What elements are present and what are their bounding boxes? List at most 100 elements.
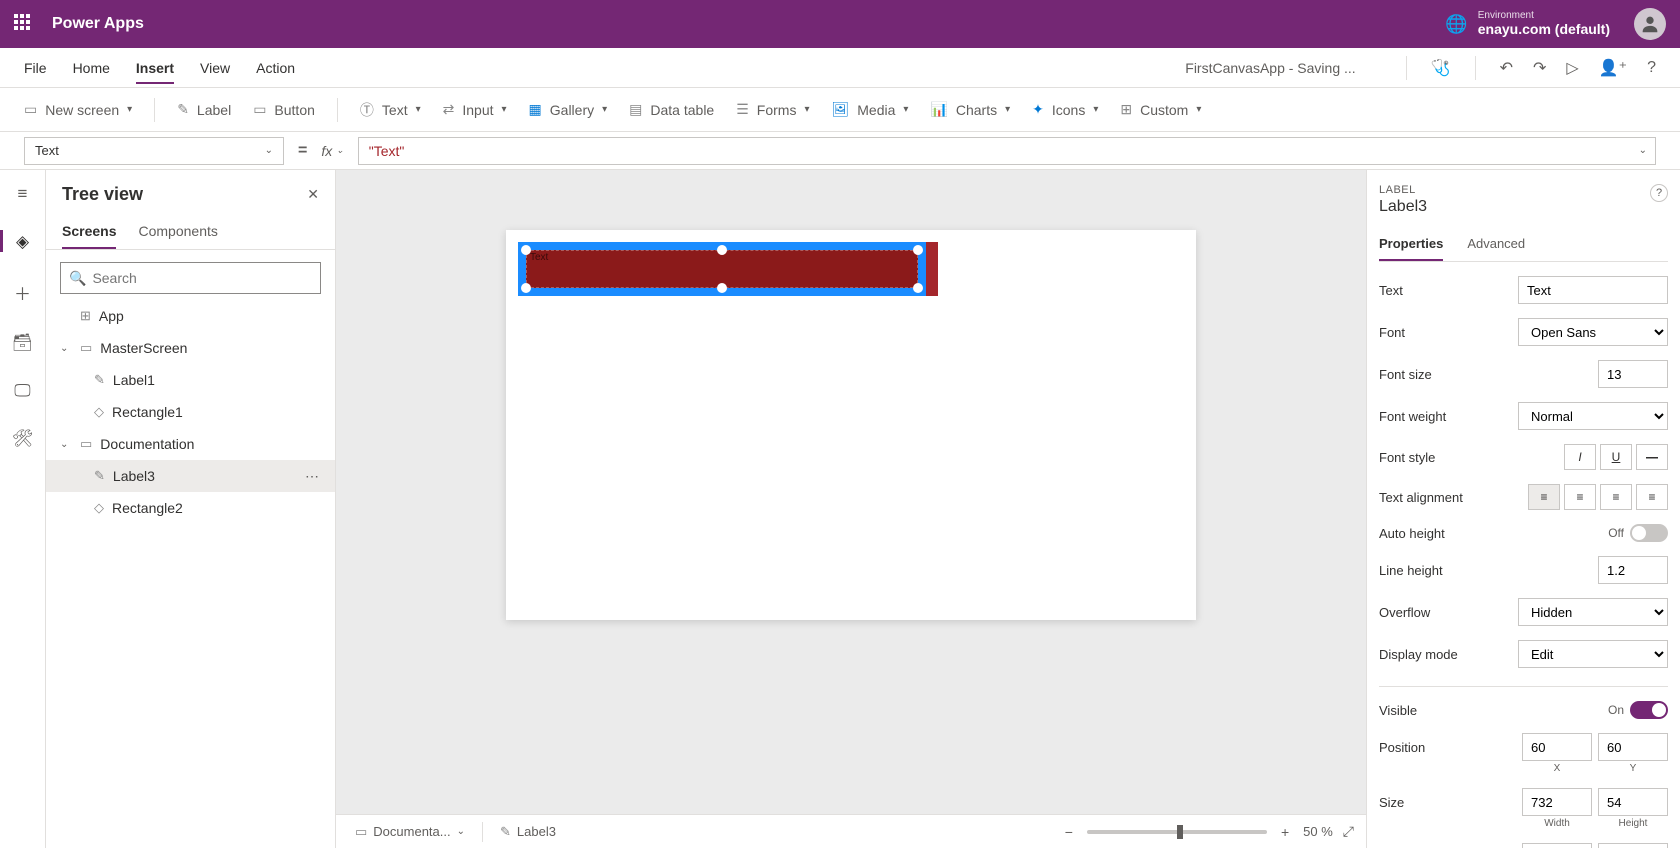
prop-x-input[interactable] — [1522, 733, 1592, 761]
text-button[interactable]: ⓉText▾ — [360, 100, 421, 120]
form-icon: ☰ — [736, 101, 749, 118]
forms-button[interactable]: ☰Forms▾ — [736, 101, 809, 118]
more-icon[interactable]: ⋯ — [305, 468, 321, 485]
tab-properties[interactable]: Properties — [1379, 230, 1443, 261]
tree-item-rectangle2[interactable]: ◇Rectangle2 — [46, 492, 335, 524]
resize-handle[interactable] — [521, 283, 531, 293]
visible-toggle[interactable] — [1630, 701, 1668, 719]
resize-handle[interactable] — [717, 283, 727, 293]
prop-width-input[interactable] — [1522, 788, 1592, 816]
environment-picker[interactable]: 🌐 Environment enayu.com (default) — [1445, 11, 1610, 37]
search-input[interactable] — [92, 270, 312, 286]
caret-down-icon[interactable]: ⌄ — [60, 343, 72, 354]
zoom-out-button[interactable]: − — [1061, 824, 1077, 840]
app-launcher-icon[interactable] — [14, 14, 34, 34]
chevron-down-icon: ▾ — [127, 104, 132, 115]
prop-displaymode-select[interactable]: Edit — [1518, 640, 1668, 668]
autoheight-toggle[interactable] — [1630, 524, 1668, 542]
control-name[interactable]: Label3 — [1379, 198, 1668, 216]
prop-padtop-input[interactable] — [1522, 843, 1592, 848]
play-icon[interactable]: ▷ — [1566, 58, 1578, 78]
breadcrumb-screen[interactable]: ▭ Documenta... ⌄ — [348, 820, 472, 844]
control-type: LABEL — [1379, 184, 1668, 196]
caret-down-icon[interactable]: ⌄ — [60, 439, 72, 450]
zoom-slider[interactable] — [1087, 830, 1267, 834]
underline-button[interactable]: U — [1600, 444, 1632, 470]
button-button[interactable]: ▭Button — [253, 101, 315, 118]
fx-icon[interactable]: fx⌄ — [321, 143, 343, 159]
italic-button[interactable]: I — [1564, 444, 1596, 470]
resize-handle[interactable] — [717, 245, 727, 255]
tree-search[interactable]: 🔍 — [60, 262, 321, 294]
tree-item-rectangle1[interactable]: ◇Rectangle1 — [46, 396, 335, 428]
strikethrough-button[interactable]: — — [1636, 444, 1668, 470]
app-icon: ⊞ — [80, 308, 91, 324]
hamburger-icon[interactable]: ≡ — [18, 184, 28, 204]
media-button[interactable]: 🖼Media▾ — [831, 101, 908, 118]
brand-title: Power Apps — [52, 15, 144, 33]
prop-fontweight-select[interactable]: Normal — [1518, 402, 1668, 430]
rectangle-icon: ◇ — [94, 404, 104, 420]
screen-documentation[interactable]: Text — [506, 230, 1196, 620]
align-center-button[interactable]: ≡ — [1564, 484, 1596, 510]
resize-handle[interactable] — [913, 245, 923, 255]
close-icon[interactable]: ✕ — [307, 186, 319, 203]
datatable-button[interactable]: ▤Data table — [629, 101, 714, 118]
prop-y-input[interactable] — [1598, 733, 1668, 761]
redo-icon[interactable]: ↷ — [1533, 58, 1546, 78]
tree-item-label1[interactable]: ✎Label1 — [46, 364, 335, 396]
tree-screen-documentation[interactable]: ⌄▭Documentation — [46, 428, 335, 460]
formula-input[interactable]: "Text" ⌄ — [358, 137, 1656, 165]
undo-icon[interactable]: ↶ — [1500, 58, 1513, 78]
resize-handle[interactable] — [521, 245, 531, 255]
custom-button[interactable]: ⊞Custom▾ — [1120, 101, 1201, 118]
fit-to-screen-icon[interactable]: ⤢ — [1343, 823, 1354, 840]
icons-button[interactable]: ✦Icons▾ — [1032, 101, 1098, 118]
charts-button[interactable]: 📊Charts▾ — [930, 101, 1010, 118]
app-checker-icon[interactable]: 🩺 — [1431, 58, 1451, 78]
new-screen-button[interactable]: ▭New screen▾ — [24, 101, 132, 118]
menu-view[interactable]: View — [200, 52, 230, 84]
menu-action[interactable]: Action — [256, 52, 295, 84]
prop-font-select[interactable]: Open Sans — [1518, 318, 1668, 346]
panel-help-icon[interactable]: ? — [1650, 184, 1668, 202]
tab-components[interactable]: Components — [138, 217, 217, 249]
prop-lineheight-input[interactable] — [1598, 556, 1668, 584]
help-icon[interactable]: ? — [1647, 59, 1656, 77]
expand-formula-icon[interactable]: ⌄ — [1639, 145, 1647, 156]
insert-pane-icon[interactable]: ＋ — [14, 280, 31, 305]
data-icon[interactable]: 🗃 — [12, 333, 34, 353]
gallery-button[interactable]: ▦Gallery▾ — [529, 101, 608, 118]
label3-control[interactable]: Text — [518, 242, 926, 296]
prop-height-input[interactable] — [1598, 788, 1668, 816]
tree-view-title: Tree view — [62, 184, 143, 205]
menu-home[interactable]: Home — [73, 52, 110, 84]
tree-item-label3[interactable]: ✎Label3 ⋯ — [46, 460, 335, 492]
tree-view-icon[interactable]: ◈ — [16, 232, 29, 252]
tree-app-node[interactable]: ⊞App — [46, 300, 335, 332]
share-icon[interactable]: 👤⁺ — [1599, 58, 1627, 78]
label-button[interactable]: ✎Label — [177, 101, 231, 118]
prop-text-input[interactable] — [1518, 276, 1668, 304]
align-right-button[interactable]: ≡ — [1600, 484, 1632, 510]
property-selector[interactable]: Text⌄ — [24, 137, 284, 165]
media-pane-icon[interactable]: 🖵 — [14, 381, 30, 401]
tab-advanced[interactable]: Advanced — [1467, 230, 1525, 261]
zoom-in-button[interactable]: + — [1277, 824, 1293, 840]
search-icon: 🔍 — [69, 270, 86, 287]
user-avatar[interactable] — [1634, 8, 1666, 40]
tab-screens[interactable]: Screens — [62, 217, 116, 249]
resize-handle[interactable] — [913, 283, 923, 293]
align-left-button[interactable]: ≡ — [1528, 484, 1560, 510]
prop-padbottom-input[interactable] — [1598, 843, 1668, 848]
align-justify-button[interactable]: ≡ — [1636, 484, 1668, 510]
prop-fontsize-input[interactable] — [1598, 360, 1668, 388]
prop-overflow-select[interactable]: Hidden — [1518, 598, 1668, 626]
tree-screen-masterscreen[interactable]: ⌄▭MasterScreen — [46, 332, 335, 364]
design-canvas[interactable]: Text — [336, 170, 1366, 814]
input-button[interactable]: ⇄Input▾ — [443, 101, 507, 118]
tools-icon[interactable]: 🛠 — [12, 429, 34, 449]
breadcrumb-control[interactable]: ✎ Label3 — [493, 820, 563, 844]
menu-insert[interactable]: Insert — [136, 52, 174, 84]
menu-file[interactable]: File — [24, 52, 47, 84]
